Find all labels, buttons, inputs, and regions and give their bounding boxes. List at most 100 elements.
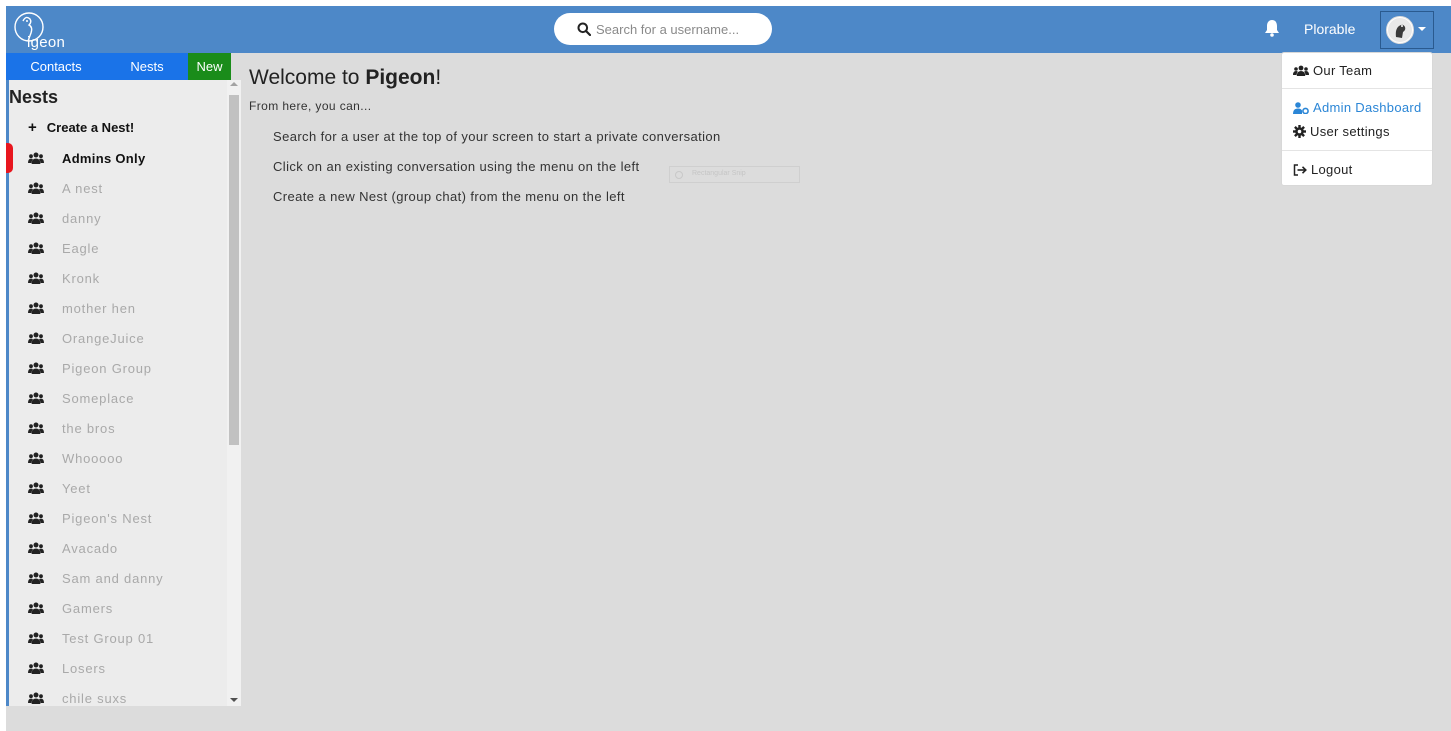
nest-label: Kronk	[62, 271, 100, 286]
plus-icon: +	[28, 119, 37, 136]
instruction-nest: Create a new Nest (group chat) from the …	[273, 189, 625, 204]
users-icon	[28, 602, 44, 614]
users-icon	[28, 302, 44, 314]
scroll-thumb[interactable]	[229, 95, 239, 445]
users-icon	[28, 482, 44, 494]
username-label: Plorable	[1304, 21, 1356, 37]
menu-item-logout[interactable]: Logout	[1293, 162, 1353, 177]
snip-icon	[675, 171, 683, 179]
search-input[interactable]	[596, 20, 756, 38]
menu-divider	[1282, 150, 1432, 151]
users-icon	[28, 152, 44, 164]
our-team-label: Our Team	[1313, 63, 1373, 78]
nest-item[interactable]: Test Group 01	[28, 630, 218, 660]
nest-item[interactable]: A nest	[28, 180, 218, 210]
nest-item[interactable]: Pigeon's Nest	[28, 510, 218, 540]
welcome-brand: Pigeon	[365, 66, 436, 89]
menu-item-user-settings[interactable]: User settings	[1293, 124, 1390, 139]
sign-out-icon	[1293, 164, 1307, 176]
nest-item[interactable]: Sam and danny	[28, 570, 218, 600]
users-icon	[28, 332, 44, 344]
logout-label: Logout	[1311, 162, 1353, 177]
bell-icon[interactable]	[1264, 19, 1280, 37]
snip-label: Rectangular Snip	[692, 170, 746, 177]
menu-divider	[1282, 88, 1432, 89]
users-icon	[28, 182, 44, 194]
nest-item[interactable]: chile suxs	[28, 690, 218, 706]
nest-label: Sam and danny	[62, 571, 164, 586]
nest-label: Avacado	[62, 541, 118, 556]
logo-text: igeon	[27, 34, 66, 51]
users-icon	[28, 452, 44, 464]
username-search[interactable]	[554, 13, 772, 45]
nest-label: chile suxs	[62, 691, 128, 706]
nest-item[interactable]: Avacado	[28, 540, 218, 570]
snip-overlay: Rectangular Snip	[669, 166, 800, 183]
tab-new[interactable]: New	[188, 53, 231, 80]
users-icon	[28, 362, 44, 374]
sidebar-accent	[6, 80, 9, 706]
users-icon	[28, 242, 44, 254]
nest-label: A nest	[62, 181, 103, 196]
create-nest-button[interactable]: + Create a Nest!	[28, 119, 134, 136]
chevron-down-icon	[1418, 27, 1426, 31]
nest-label: danny	[62, 211, 102, 226]
nest-item[interactable]: Kronk	[28, 270, 218, 300]
user-cog-icon	[1293, 102, 1309, 115]
nest-item[interactable]: Someplace	[28, 390, 218, 420]
nest-item[interactable]: the bros	[28, 420, 218, 450]
profile-dropdown-menu: Our Team Admin Dashboard User settings L…	[1281, 52, 1433, 186]
tab-nests[interactable]: Nests	[106, 53, 188, 80]
active-nest-marker	[6, 143, 13, 173]
create-nest-label: Create a Nest!	[46, 120, 135, 135]
nest-item[interactable]: OrangeJuice	[28, 330, 218, 360]
nest-item[interactable]: Admins Only	[28, 150, 218, 180]
scroll-up-arrow-icon[interactable]	[230, 82, 238, 86]
nest-item[interactable]: danny	[28, 210, 218, 240]
instruction-search: Search for a user at the top of your scr…	[273, 129, 721, 144]
nest-item[interactable]: Losers	[28, 660, 218, 690]
nests-sidebar: Nests + Create a Nest! Admins Only A nest d…	[6, 80, 241, 706]
nest-label: Admins Only	[62, 151, 146, 166]
users-icon	[28, 512, 44, 524]
nest-label: Pigeon Group	[62, 361, 152, 376]
nest-label: OrangeJuice	[62, 331, 145, 346]
nest-label: Yeet	[62, 481, 91, 496]
menu-item-our-team[interactable]: Our Team	[1293, 63, 1372, 78]
nest-item[interactable]: Gamers	[28, 600, 218, 630]
sidebar-scrollbar[interactable]	[227, 80, 241, 706]
menu-item-admin-dashboard[interactable]: Admin Dashboard	[1293, 100, 1422, 115]
user-settings-label: User settings	[1310, 124, 1390, 139]
users-icon	[1293, 65, 1309, 76]
nest-item[interactable]: Eagle	[28, 240, 218, 270]
intro-text: From here, you can...	[249, 99, 372, 113]
nest-label: Losers	[62, 661, 106, 676]
gear-icon	[1293, 125, 1306, 138]
admin-dashboard-label: Admin Dashboard	[1313, 100, 1422, 115]
scroll-down-arrow-icon[interactable]	[230, 698, 238, 702]
app: igeon Plorable Contacts	[6, 6, 1451, 731]
pigeon-logo[interactable]: igeon	[14, 9, 74, 51]
nest-item[interactable]: Whooooo	[28, 450, 218, 480]
welcome-prefix: Welcome to	[249, 66, 366, 89]
tab-contacts[interactable]: Contacts	[6, 53, 106, 80]
nest-item[interactable]: Pigeon Group	[28, 360, 218, 390]
users-icon	[28, 662, 44, 674]
instruction-conversation: Click on an existing conversation using …	[273, 159, 640, 174]
nest-label: the bros	[62, 421, 116, 436]
users-icon	[28, 542, 44, 554]
nest-item[interactable]: mother hen	[28, 300, 218, 330]
nest-label: Test Group 01	[62, 631, 155, 646]
top-navbar: igeon Plorable	[6, 6, 1451, 53]
nest-label: Eagle	[62, 241, 100, 256]
nest-item[interactable]: Yeet	[28, 480, 218, 510]
welcome-heading: Welcome to Pigeon!	[249, 66, 441, 90]
users-icon	[28, 692, 44, 704]
users-icon	[28, 572, 44, 584]
nest-label: Gamers	[62, 601, 114, 616]
users-icon	[28, 632, 44, 644]
search-icon	[577, 22, 591, 36]
nest-label: Whooooo	[62, 451, 124, 466]
profile-menu-button[interactable]	[1380, 11, 1434, 49]
nest-label: Pigeon's Nest	[62, 511, 153, 526]
